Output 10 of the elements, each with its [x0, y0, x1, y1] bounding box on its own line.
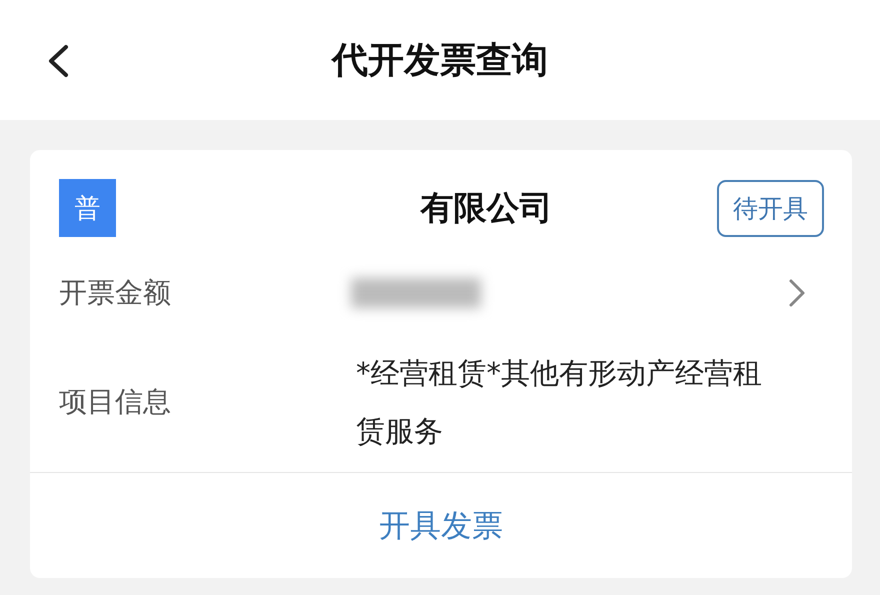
- issue-invoice-button[interactable]: 开具发票: [371, 500, 511, 550]
- field-value: *经营租赁*其他有形动产经营租赁服务: [356, 355, 763, 450]
- status-tag: 待开具: [717, 180, 824, 236]
- page-title: 代开发票查询: [332, 38, 548, 82]
- company-name: 有限公司: [419, 186, 554, 228]
- back-icon[interactable]: [47, 44, 69, 78]
- field-label: 开票金额: [59, 275, 172, 311]
- type-badge: 普: [59, 179, 116, 237]
- field-label: 项目信息: [59, 384, 172, 420]
- chevron-right-icon[interactable]: [788, 278, 806, 308]
